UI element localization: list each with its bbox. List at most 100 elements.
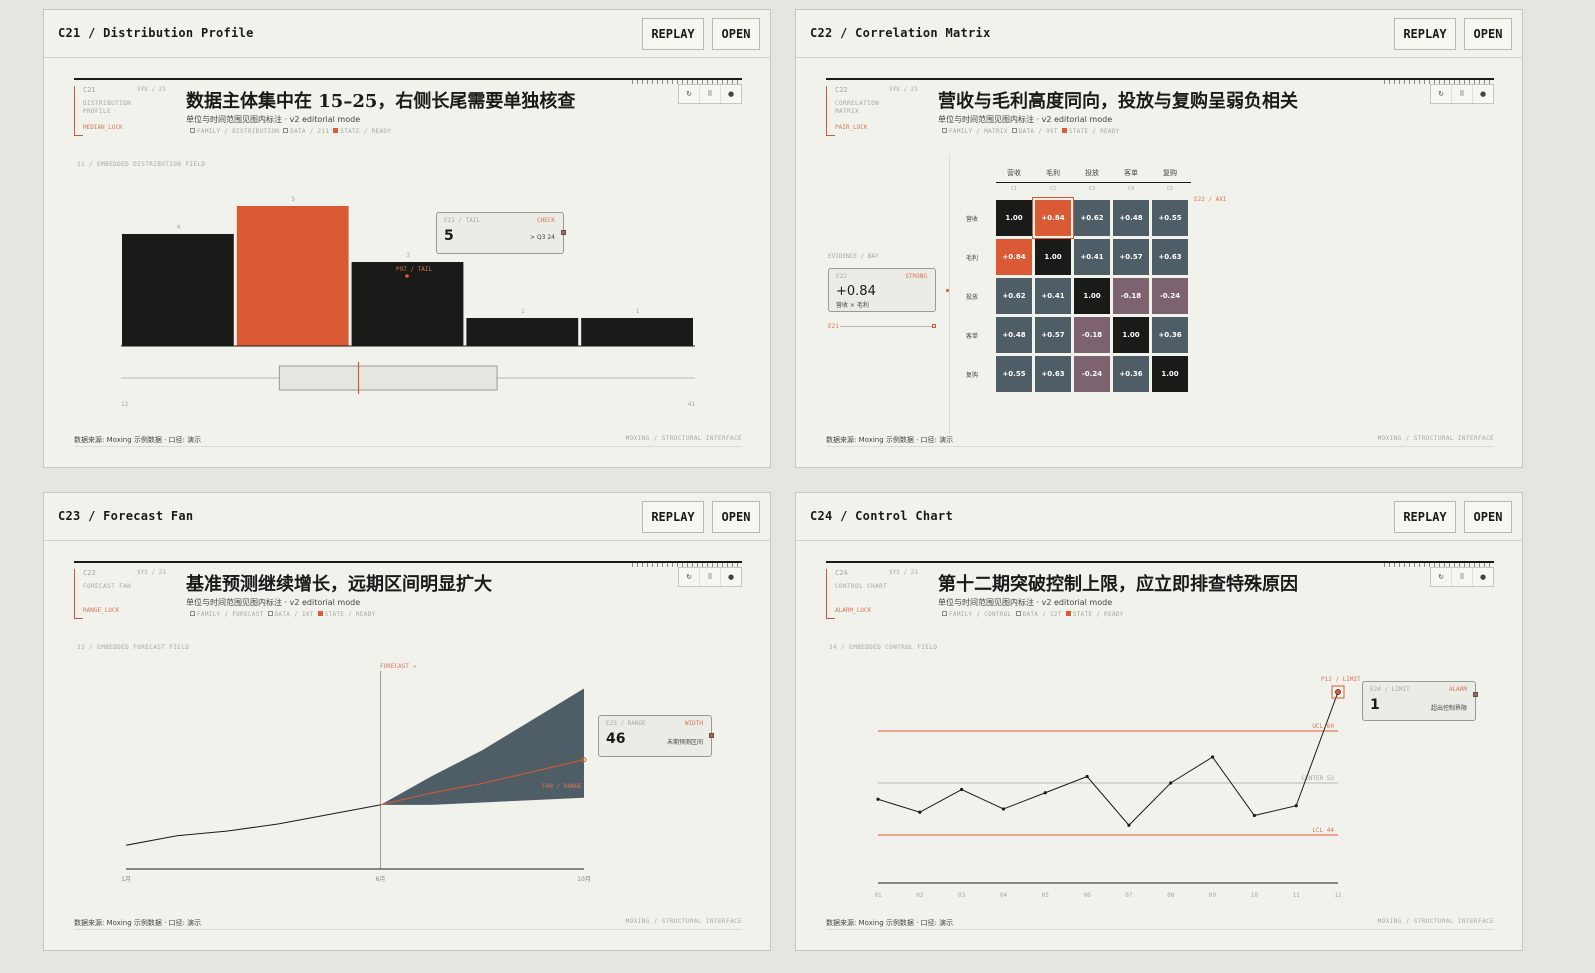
grid-icon[interactable]: ⠿ [1452, 85, 1473, 103]
headline: 营收与毛利高度同向，投放与复购呈弱负相关 [938, 91, 1298, 112]
brand-label: MOXING / STRUCTURAL INTERFACE [625, 435, 742, 442]
control-point [1127, 823, 1131, 827]
x-tick-label: 05 [1042, 892, 1050, 899]
x-tick-label: 10 [1251, 892, 1259, 899]
bar-value-label: 5 [291, 196, 295, 203]
control-point [1252, 813, 1256, 818]
dot-icon[interactable]: ● [1473, 85, 1493, 103]
row-label: 营收 [966, 216, 979, 223]
callout-key: E21 / TAIL [444, 217, 481, 224]
control-point [918, 810, 922, 814]
panel-title: C22 / Correlation Matrix [810, 26, 991, 40]
control-series-line [877, 691, 1339, 826]
callout-note: 未期预测区间 [666, 739, 703, 746]
panel-header: C24 / Control Chart REPLAY OPEN [796, 493, 1522, 541]
callout-key: E22 [836, 273, 847, 280]
refresh-icon[interactable]: ↻ [1431, 85, 1452, 103]
control-point [1294, 804, 1298, 808]
callout-note: > Q3 24 [529, 234, 555, 241]
tag-row: FAMILY / MATRIX DATA / 9ST STATE / READY [938, 128, 1120, 135]
range-min-label: 12 [121, 401, 129, 408]
open-button[interactable]: OPEN [1464, 18, 1512, 50]
matrix-cell: -0.18 [1113, 278, 1149, 314]
control-point [1001, 807, 1006, 811]
callout-value: 5 [444, 228, 454, 244]
lcl-label: LCL 44 [1312, 827, 1334, 834]
matrix-cell: +0.62 [1074, 200, 1110, 236]
matrix-cell: 1.00 [1074, 278, 1110, 314]
control-point [1043, 791, 1047, 795]
data-source: 数据来源: Moxing 示例数据 · 口径: 演示 [74, 436, 202, 444]
matrix-cell: +0.63 [1152, 239, 1188, 275]
matrix-cell: +0.36 [1113, 356, 1149, 392]
matrix-cell: +0.41 [1074, 239, 1110, 275]
evidence-callout: E22 STRONG +0.84 营收 × 毛利 [828, 268, 936, 312]
replay-button[interactable]: REPLAY [1394, 18, 1456, 50]
control-point [876, 797, 880, 801]
callout-tag: ALARM [1448, 686, 1467, 693]
matrix-cell: -0.24 [1074, 356, 1110, 392]
chart-kind: CORRELATION MATRIX [835, 100, 880, 115]
panel-control: C24 / Control Chart REPLAY OPEN C24 SYS … [795, 492, 1523, 951]
panel-title: C21 / Distribution Profile [58, 26, 254, 40]
limit-callout: E24 / LIMIT ALARM 1 超出控制界限 [1362, 681, 1478, 721]
matrix-cell: -0.24 [1152, 278, 1188, 314]
callout-key: E24 / LIMIT [1370, 686, 1410, 693]
column-code: C3 [1088, 186, 1096, 192]
header-rule [996, 182, 1191, 183]
column-label: 复购 [1163, 169, 1177, 177]
matrix-cell: 1.00 [1035, 239, 1071, 275]
open-button[interactable]: OPEN [1464, 501, 1512, 533]
chart-card: C22 SYS / 21 CORRELATION MATRIX PAIR_LOC… [826, 78, 1494, 460]
range-callout: E23 / RANGE WIDTH 46 未期预测区间 [598, 715, 714, 757]
x-tick-label: 06 [1083, 892, 1091, 899]
matrix-cell: 1.00 [1152, 356, 1188, 392]
data-source: 数据来源: Moxing 示例数据 · 口径: 演示 [826, 436, 954, 444]
histogram-bar [466, 318, 579, 346]
column-label: 投放 [1085, 169, 1099, 177]
bar-value-label: 4 [177, 224, 181, 231]
tag-family: FAMILY / MATRIX [949, 128, 1008, 135]
replay-button[interactable]: REPLAY [642, 18, 704, 50]
open-button[interactable]: OPEN [712, 501, 760, 533]
tail-callout: E21 / TAIL CHECK 5 > Q3 24 [436, 212, 566, 254]
histogram-bar [122, 234, 234, 346]
callout-tag: CHECK [536, 217, 555, 224]
callout-value: +0.84 [836, 284, 876, 299]
side-label: E21 [828, 323, 839, 330]
panel-header: C21 / Distribution Profile REPLAY OPEN [44, 10, 770, 58]
column-code: C2 [1049, 186, 1057, 192]
control-point [1085, 774, 1089, 779]
matrix-cell: +0.57 [1035, 317, 1071, 353]
matrix-cell: +0.84 [996, 239, 1032, 275]
chart-card: C23 SYS / 21 FORECAST FAN RANGE_LOCK 基准预… [74, 561, 742, 943]
x-tick-label: 04 [1000, 892, 1008, 899]
matrix-cell: -0.18 [1074, 317, 1110, 353]
matrix-cell: +0.57 [1113, 239, 1149, 275]
control-point [960, 787, 964, 792]
replay-button[interactable]: REPLAY [1394, 501, 1456, 533]
control-point [1210, 755, 1215, 759]
column-label: 毛利 [1046, 169, 1060, 177]
tag-data: DATA / 9ST [1018, 128, 1058, 135]
control-group: ↻ ⠿ ● [1430, 84, 1494, 104]
row-label: 客单 [966, 333, 979, 340]
panel-title: C24 / Control Chart [810, 509, 953, 523]
data-source: 数据来源: Moxing 示例数据 · 口径: 演示 [74, 919, 202, 927]
chart-id: C22 [835, 86, 848, 94]
replay-button[interactable]: REPLAY [642, 501, 704, 533]
brand-label: MOXING / STRUCTURAL INTERFACE [1377, 918, 1494, 925]
actual-series-line [125, 804, 381, 846]
control-chart: UCL 60CENTER 52LCL 4401 02 03 04 05 06 07 08 09 1… [874, 685, 1345, 899]
callout-note: 营收 × 毛利 [836, 302, 869, 309]
range-max-label: 41 [688, 401, 696, 408]
matrix-cell: +0.41 [1035, 278, 1071, 314]
x-tick-label: 01 [874, 892, 882, 899]
panel-header: C22 / Correlation Matrix REPLAY OPEN [796, 10, 1522, 58]
panel-distribution: C21 / Distribution Profile REPLAY OPEN C… [43, 9, 771, 468]
callout-value: 46 [606, 731, 626, 747]
x-tick-label: 07 [1125, 892, 1133, 899]
open-button[interactable]: OPEN [712, 18, 760, 50]
sys-label: SYS / 21 [889, 86, 918, 93]
brand-label: MOXING / STRUCTURAL INTERFACE [625, 918, 742, 925]
